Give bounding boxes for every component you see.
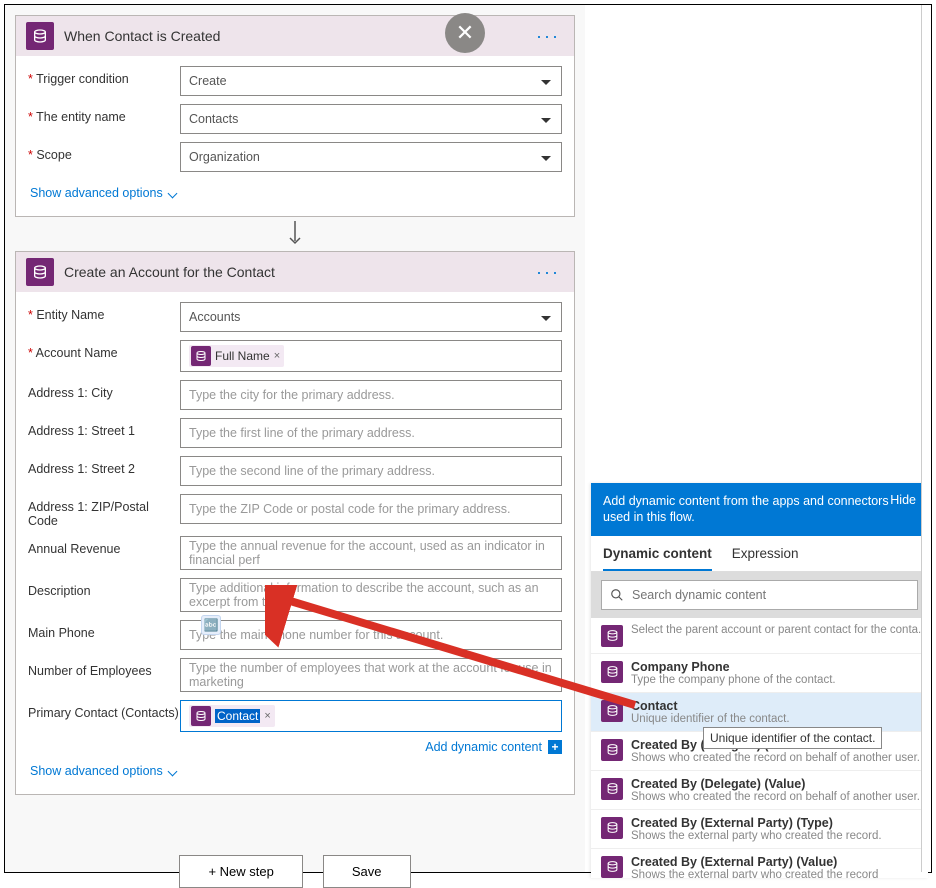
- action-card-header[interactable]: Create an Account for the Contact ···: [16, 252, 574, 292]
- close-icon[interactable]: ✕: [445, 13, 485, 53]
- label-account-name: Account Name: [28, 340, 180, 360]
- chevron-down-icon: [167, 188, 177, 198]
- select-entity-name[interactable]: Contacts: [180, 104, 562, 134]
- cds-connector-icon: [601, 856, 623, 878]
- input-city[interactable]: Type the city for the primary address.: [180, 380, 562, 410]
- add-dynamic-content-link[interactable]: Add dynamic content: [425, 740, 542, 754]
- label-zip: Address 1: ZIP/Postal Code: [28, 494, 180, 528]
- label-scope: Scope: [28, 142, 180, 162]
- tab-expression[interactable]: Expression: [732, 536, 799, 571]
- input-street1[interactable]: Type the first line of the primary addre…: [180, 418, 562, 448]
- label-street2: Address 1: Street 2: [28, 456, 180, 476]
- chevron-down-icon: [167, 766, 177, 776]
- label-entity-name: The entity name: [28, 104, 180, 124]
- cds-connector-icon: [601, 625, 623, 647]
- dyn-item[interactable]: Company PhoneType the company phone of t…: [591, 654, 928, 693]
- cds-connector-icon: [601, 778, 623, 800]
- token-contact[interactable]: Contact ×: [189, 705, 275, 727]
- search-dynamic-content[interactable]: [601, 580, 918, 610]
- input-main-phone[interactable]: Type the main phone number for this acco…: [180, 620, 562, 650]
- new-step-button[interactable]: + New step: [179, 855, 302, 888]
- token-full-name[interactable]: Full Name ×: [189, 345, 284, 367]
- cds-connector-icon: [601, 817, 623, 839]
- trigger-show-advanced[interactable]: Show advanced options: [28, 180, 178, 210]
- cds-connector-icon: [26, 22, 54, 50]
- dyn-hide-link[interactable]: Hide: [890, 493, 916, 526]
- trigger-card-header[interactable]: When Contact is Created ···: [16, 16, 574, 56]
- trigger-ellipsis-icon[interactable]: ···: [532, 26, 564, 47]
- translate-icon[interactable]: 🔤: [201, 615, 221, 635]
- search-input[interactable]: [632, 588, 909, 602]
- add-dynamic-plus-icon[interactable]: +: [548, 740, 562, 754]
- token-remove-icon[interactable]: ×: [264, 710, 270, 722]
- input-account-name[interactable]: Full Name ×: [180, 340, 562, 372]
- label-revenue: Annual Revenue: [28, 536, 180, 556]
- input-zip[interactable]: Type the ZIP Code or postal code for the…: [180, 494, 562, 524]
- cds-connector-icon: [601, 739, 623, 761]
- label-trigger-condition: Trigger condition: [28, 66, 180, 86]
- dynamic-content-panel: Add dynamic content from the apps and co…: [591, 483, 928, 878]
- input-revenue[interactable]: Type the annual revenue for the account,…: [180, 536, 562, 570]
- label-city: Address 1: City: [28, 380, 180, 400]
- action-card: Create an Account for the Contact ··· En…: [15, 251, 575, 795]
- dyn-item[interactable]: Created By (External Party) (Value)Shows…: [591, 849, 928, 879]
- trigger-card: When Contact is Created ··· Trigger cond…: [15, 15, 575, 217]
- dyn-item[interactable]: Created By (Delegate) (Value)Shows who c…: [591, 771, 928, 810]
- dyn-item[interactable]: ContactUnique identifier of the contact.: [591, 693, 928, 732]
- tab-dynamic-content[interactable]: Dynamic content: [603, 536, 712, 571]
- cds-connector-icon: [26, 258, 54, 286]
- label-action-entity: Entity Name: [28, 302, 180, 322]
- label-street1: Address 1: Street 1: [28, 418, 180, 438]
- label-description: Description: [28, 578, 180, 598]
- label-employees: Number of Employees: [28, 658, 180, 678]
- search-icon: [610, 588, 624, 602]
- action-ellipsis-icon[interactable]: ···: [532, 262, 564, 283]
- dyn-item[interactable]: Select the parent account or parent cont…: [591, 618, 928, 654]
- select-action-entity[interactable]: Accounts: [180, 302, 562, 332]
- flow-arrow-icon: [15, 217, 575, 251]
- cds-connector-icon: [601, 700, 623, 722]
- input-description[interactable]: Type additional information to describe …: [180, 578, 562, 612]
- input-primary-contact[interactable]: Contact ×: [180, 700, 562, 732]
- label-primary-contact: Primary Contact (Contacts): [28, 700, 180, 720]
- select-scope[interactable]: Organization: [180, 142, 562, 172]
- action-show-advanced[interactable]: Show advanced options: [28, 758, 178, 788]
- save-button[interactable]: Save: [323, 855, 411, 888]
- tooltip: Unique identifier of the contact.: [703, 727, 882, 749]
- right-edge: [921, 5, 931, 872]
- action-title: Create an Account for the Contact: [64, 264, 532, 280]
- token-remove-icon[interactable]: ×: [274, 350, 280, 362]
- designer-column: When Contact is Created ··· Trigger cond…: [5, 5, 585, 872]
- select-trigger-condition[interactable]: Create: [180, 66, 562, 96]
- input-street2[interactable]: Type the second line of the primary addr…: [180, 456, 562, 486]
- cds-connector-icon: [601, 661, 623, 683]
- dyn-item[interactable]: Created By (External Party) (Type)Shows …: [591, 810, 928, 849]
- input-employees[interactable]: Type the number of employees that work a…: [180, 658, 562, 692]
- dyn-header-text: Add dynamic content from the apps and co…: [603, 493, 890, 526]
- label-main-phone: Main Phone: [28, 620, 180, 640]
